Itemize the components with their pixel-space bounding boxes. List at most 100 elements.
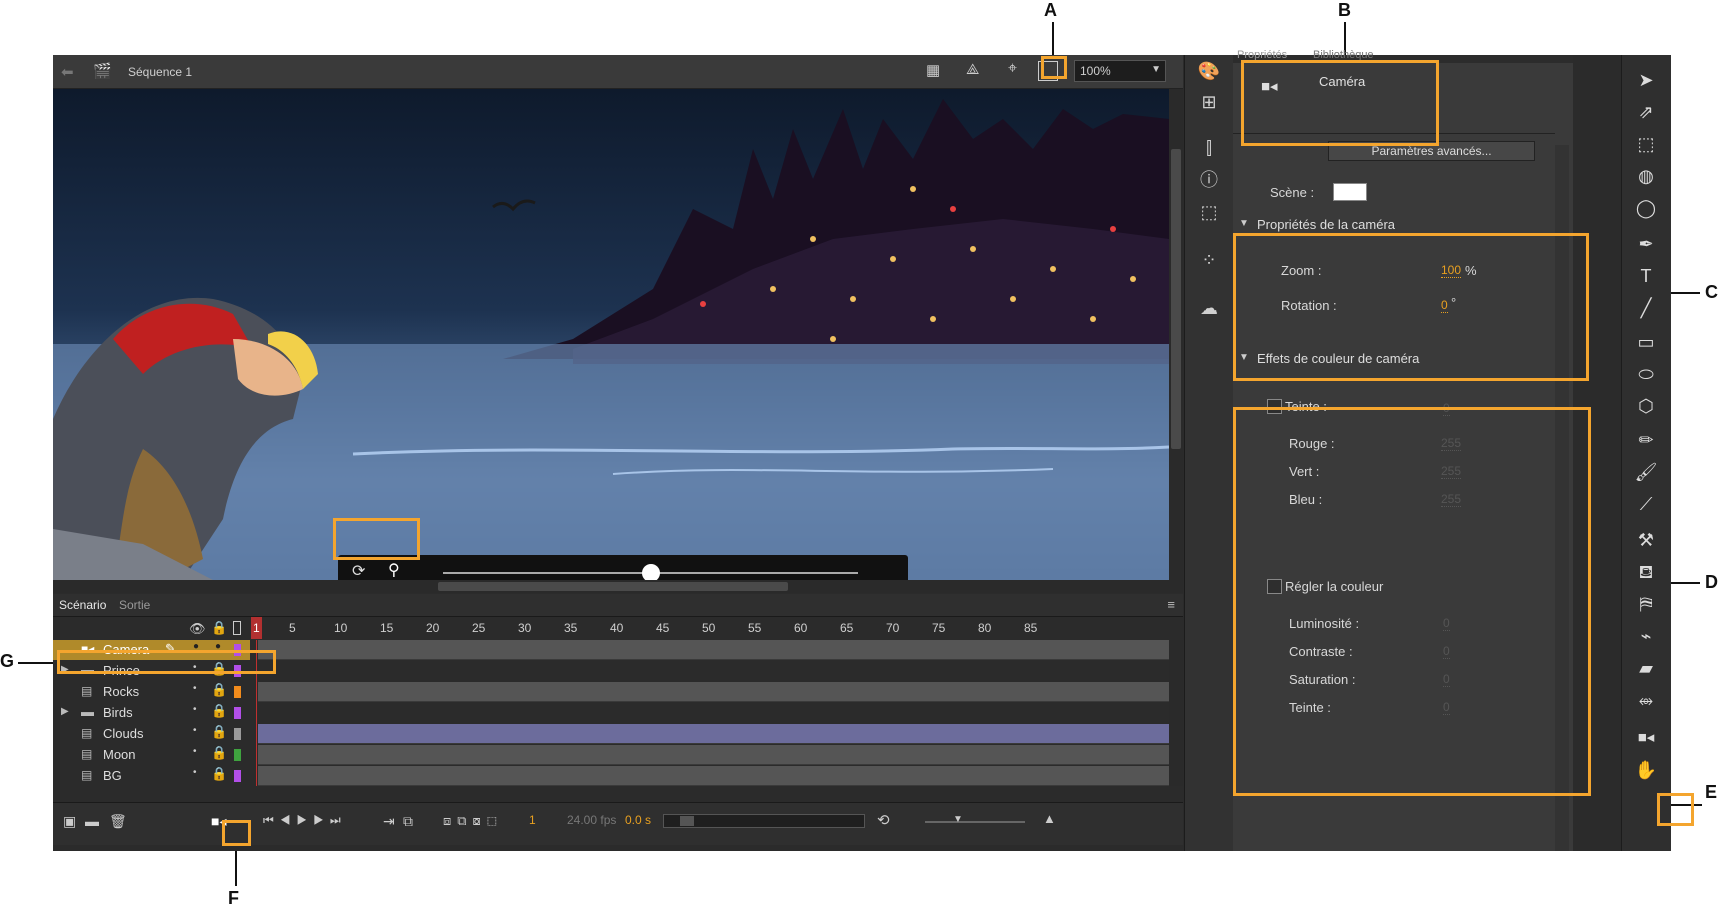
contrast-field[interactable]: 0 [1443, 644, 1450, 659]
expand-icon[interactable]: ▶ [61, 706, 69, 717]
lock-dot[interactable]: ● [215, 641, 221, 652]
new-folder-icon[interactable]: ▬ [85, 813, 99, 829]
blue-field[interactable]: 255 [1441, 492, 1462, 507]
frame-rate[interactable]: 24.00 fps [567, 813, 616, 827]
ink-bottle-tool-icon[interactable]: ⛿ [1632, 591, 1660, 617]
lock-icon[interactable]: 🔒 [211, 661, 227, 677]
pen-tool-icon[interactable]: ✒ [1632, 231, 1660, 257]
stage-canvas[interactable]: ⟳ ⚲ [53, 89, 1169, 580]
transform-icon[interactable]: ⬚ [1197, 201, 1221, 223]
back-arrow-icon[interactable]: ⬅ [61, 63, 74, 81]
saturation-field[interactable]: 0 [1443, 672, 1450, 687]
width-tool-icon[interactable]: ⥈ [1632, 687, 1660, 713]
lock-icon[interactable]: 🔒 [211, 682, 227, 698]
layer-color-swatch[interactable] [234, 686, 241, 698]
frame-strip[interactable] [258, 682, 1169, 702]
rectangle-tool-icon[interactable]: ▭ [1632, 329, 1660, 355]
color-palette-icon[interactable]: 🎨 [1197, 60, 1221, 82]
cc-libraries-icon[interactable]: ☁ [1197, 297, 1221, 319]
layer-color-swatch[interactable] [234, 665, 241, 677]
lock-icon[interactable]: 🔒 [211, 745, 227, 761]
current-frame[interactable]: 1 [529, 813, 536, 827]
hand-tool-icon[interactable]: ✋ [1632, 757, 1660, 783]
polystar-tool-icon[interactable]: ⬡ [1632, 393, 1660, 419]
timeline-vertical-scrollbar[interactable] [1169, 640, 1183, 786]
brightness-field[interactable]: 0 [1443, 616, 1450, 631]
oval-tool-icon[interactable]: ⬭ [1632, 361, 1660, 387]
zoom-slider-thumb[interactable]: ▼ [953, 814, 963, 825]
visibility-dot[interactable]: • [193, 746, 197, 757]
layer-row-bg[interactable]: ▤ BG • 🔒 [53, 766, 1169, 786]
properties-scrollbar[interactable] [1555, 145, 1569, 851]
brush-tool-icon[interactable]: 🖌 [1632, 459, 1660, 485]
mountain-large-icon[interactable]: ▲ [1043, 811, 1056, 826]
center-stage-icon[interactable]: ⌖ [1008, 60, 1017, 78]
edit-frames-icon[interactable]: ⧈⧉⧇⬚ [443, 813, 503, 829]
visibility-dot[interactable]: • [193, 767, 197, 778]
add-camera-icon[interactable]: ■◂ [211, 813, 226, 830]
collapse-icon[interactable]: ▼ [1239, 218, 1249, 229]
frame-strip[interactable] [258, 745, 1169, 765]
tab-output[interactable]: Sortie [119, 598, 150, 612]
components-icon[interactable]: ⁘ [1197, 249, 1221, 271]
lock-icon[interactable]: 🔒 [211, 724, 227, 740]
frame-ruler[interactable]: 👁 🔒 1 5 10 15 20 25 30 35 40 45 50 55 60… [53, 617, 1169, 639]
scene-color-swatch[interactable] [1333, 183, 1367, 201]
layer-color-swatch[interactable] [234, 770, 241, 782]
3d-rotation-tool-icon[interactable]: ◍ [1632, 163, 1660, 189]
edit-symbol-icon[interactable]: ⟁ [966, 61, 979, 78]
layer-color-swatch[interactable] [234, 644, 241, 656]
tint-field[interactable]: 0 [1443, 401, 1450, 416]
visibility-dot[interactable]: ● [193, 641, 199, 652]
stage-horizontal-thumb[interactable] [438, 582, 788, 591]
align-icon[interactable]: ⫿ [1197, 137, 1221, 159]
edit-scene-icon[interactable]: ▦ [926, 61, 940, 79]
expand-icon[interactable]: ▶ [61, 664, 69, 675]
lasso-tool-icon[interactable]: ◯ [1632, 195, 1660, 221]
info-icon[interactable]: ⓘ [1197, 169, 1221, 191]
new-layer-icon[interactable]: ▣ [63, 813, 76, 830]
tint-checkbox[interactable] [1267, 399, 1282, 414]
eyedropper-tool-icon[interactable]: ⌁ [1632, 623, 1660, 649]
paint-brush-tool-icon[interactable]: ⟋ [1632, 491, 1660, 517]
free-transform-tool-icon[interactable]: ⬚ [1632, 131, 1660, 157]
text-tool-icon[interactable]: T [1632, 263, 1660, 289]
eraser-tool-icon[interactable]: ▰ [1632, 655, 1660, 681]
tab-library[interactable]: Bibliothèque [1313, 49, 1374, 61]
elapsed-time[interactable]: 0.0 s [625, 813, 651, 827]
visibility-dot[interactable]: • [193, 704, 197, 715]
bone-tool-icon[interactable]: ⚒ [1632, 527, 1660, 553]
camera-tool-icon[interactable]: ■◂ [1632, 725, 1660, 751]
camera-zoom-icon[interactable]: ⚲ [388, 560, 400, 580]
trash-icon[interactable]: 🗑 [109, 813, 127, 830]
subselection-tool-icon[interactable]: ⇗ [1632, 99, 1660, 125]
camera-slider-thumb[interactable] [642, 564, 660, 580]
selection-tool-icon[interactable]: ➤ [1632, 67, 1660, 93]
layer-row-clouds[interactable]: ▤ Clouds • 🔒 [53, 724, 1169, 744]
visibility-dot[interactable]: • [193, 662, 197, 673]
zoom-slider[interactable] [925, 821, 1025, 823]
playback-controls-icon[interactable]: ⏮◀▶▶⏭ [263, 813, 347, 828]
collapse-icon[interactable]: ▼ [1239, 352, 1249, 363]
layer-row-rocks[interactable]: ▤ Rocks • 🔒 [53, 682, 1169, 702]
advanced-settings-button[interactable]: Paramètres avancés... [1328, 141, 1535, 161]
camera-rotate-icon[interactable]: ⟳ [352, 561, 365, 580]
lock-icon[interactable]: 🔒 [211, 620, 227, 636]
eye-icon[interactable]: 👁 [189, 621, 206, 637]
adjust-color-checkbox[interactable] [1267, 579, 1282, 594]
paint-bucket-tool-icon[interactable]: ⛾ [1632, 559, 1660, 585]
visibility-dot[interactable]: • [193, 725, 197, 736]
camera-properties-header[interactable]: ▼ Propriétés de la caméra [1233, 215, 1555, 235]
timeline-scroll-thumb[interactable] [680, 816, 694, 826]
layer-color-swatch[interactable] [234, 728, 241, 740]
frame-strip[interactable] [258, 766, 1169, 786]
lock-icon[interactable]: 🔒 [211, 766, 227, 782]
onion-skin-icon[interactable]: ⧉ [403, 813, 413, 830]
color-effects-header[interactable]: ▼ Effets de couleur de caméra [1233, 349, 1555, 369]
outline-icon[interactable] [233, 621, 241, 635]
lock-icon[interactable]: 🔒 [211, 703, 227, 719]
clip-content-icon[interactable] [1038, 61, 1058, 81]
line-tool-icon[interactable]: ╱ [1632, 295, 1660, 321]
zoom-field[interactable]: 100 [1441, 263, 1462, 278]
panel-menu-icon[interactable]: ≡ [1167, 597, 1175, 612]
